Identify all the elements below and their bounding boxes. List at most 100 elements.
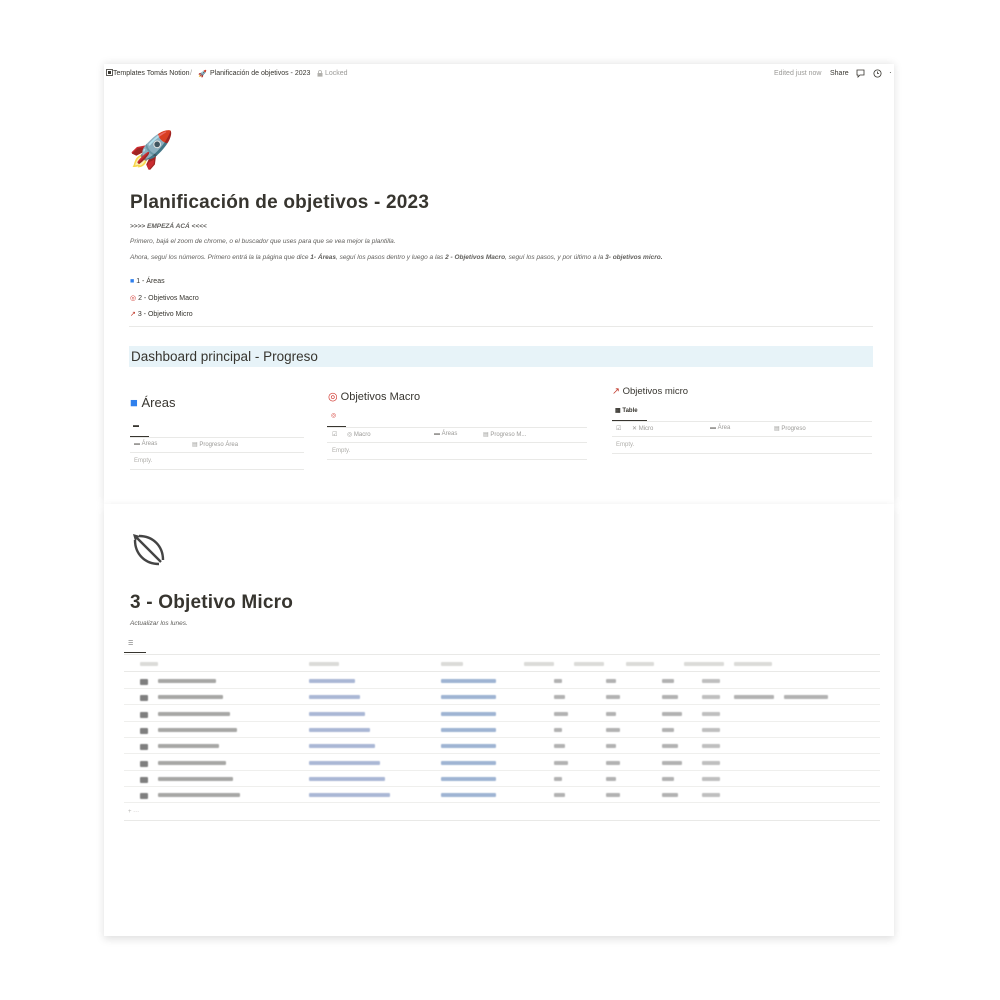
row-divider [124,704,880,706]
column-header[interactable]: ▬ Área [710,425,730,431]
row-value [606,727,620,732]
locked-label[interactable]: Locked [325,70,348,77]
page-title: Planificación de objetivos - 2023 [130,192,430,213]
share-button[interactable]: Share [830,70,849,77]
row-name[interactable] [158,695,223,700]
row-name[interactable] [158,711,230,716]
divider [124,820,880,821]
clock-icon[interactable] [873,69,882,78]
row-macro[interactable] [441,760,496,765]
row-progress [702,695,720,700]
row-value [662,679,674,683]
column-header[interactable] [140,662,158,666]
breadcrumb-page[interactable]: Planificación de objetivos - 2023 [210,70,310,77]
topbar: Templates Tomás Notion / 🚀 Planificación… [104,64,894,84]
row-progress [702,711,720,716]
row-macro[interactable] [441,711,496,716]
column-header[interactable]: ▬ Áreas [434,431,457,437]
checkbox-icon[interactable]: ☑ [332,431,337,438]
column-header[interactable] [574,662,604,666]
row-name[interactable] [158,760,226,765]
column-header[interactable] [734,662,772,666]
row-area[interactable] [309,727,370,732]
row-value [554,679,562,683]
row-area[interactable] [309,679,355,683]
row-value [554,776,562,781]
link-objetivos-macro[interactable]: ◎ 2 - Objetivos Macro [130,294,199,302]
open-row-icon[interactable] [140,727,148,734]
row-project[interactable] [784,695,828,700]
row-macro[interactable] [441,679,496,683]
row-macro[interactable] [441,727,496,732]
row-area[interactable] [309,776,385,781]
row-name[interactable] [158,793,240,798]
row-value [554,744,565,749]
row-macro[interactable] [441,793,496,798]
empty-state: Empty. [616,442,635,448]
row-area[interactable] [309,760,380,765]
column-header[interactable] [524,662,554,666]
instructions-line-1: Primero, bajá el zoom de chrome, o el bu… [130,238,396,245]
row-macro[interactable] [441,695,496,700]
row-name[interactable] [158,727,237,732]
open-row-icon[interactable] [140,776,148,783]
column-header[interactable] [441,662,463,666]
open-row-icon[interactable] [140,793,148,800]
planificacion-page: Templates Tomás Notion / 🚀 Planificación… [104,64,894,504]
link-objetivo-micro[interactable]: ↗ 3 - Objetivo Micro [130,310,193,318]
column-header[interactable] [684,662,724,666]
row-name[interactable] [158,744,219,749]
areas-heading: ■ Áreas [130,395,176,410]
row-area[interactable] [309,695,360,700]
open-row-icon[interactable] [140,744,148,751]
open-row-icon[interactable] [140,695,148,702]
column-header[interactable]: ▬ Áreas [134,441,157,447]
column-header[interactable]: ▤ Progreso Área [192,441,238,448]
folder-icon[interactable]: ▬ [133,423,139,429]
target-icon: ◎ [130,295,137,302]
column-header[interactable]: ▤ Progreso M... [483,431,526,438]
empty-state: Empty. [332,448,351,454]
view-tab-underline [124,652,146,653]
bow-and-arrow-icon: ↗ [130,311,136,318]
comment-icon[interactable] [856,69,865,78]
workspace-icon [106,69,113,76]
link-areas[interactable]: ■ 1 - Áreas [130,278,165,285]
row-value [554,793,565,798]
column-header[interactable] [309,662,339,666]
column-header[interactable] [626,662,654,666]
open-row-icon[interactable] [140,760,148,767]
row-value [662,695,678,700]
rocket-icon: 🚀 [129,129,174,170]
table-view-icon[interactable]: ☰ [128,640,133,647]
row-macro[interactable] [441,776,496,781]
row-area[interactable] [309,744,375,749]
start-line: >>>> EMPEZÁ ACÁ <<<< [130,223,207,230]
row-name[interactable] [158,679,216,683]
breadcrumb-root[interactable]: Templates Tomás Notion [113,70,190,77]
bow-and-arrow-icon [133,534,165,566]
new-row-button[interactable]: + ··· [128,809,139,815]
column-header[interactable]: ▤ Progreso [774,425,806,432]
open-row-icon[interactable] [140,711,148,718]
checkbox-icon[interactable]: ☑ [616,425,621,432]
row-divider [124,785,880,787]
row-macro[interactable] [441,744,496,749]
divider [327,442,587,443]
row-value [606,744,616,749]
column-header[interactable]: ✕ Micro [632,425,653,432]
open-row-icon[interactable] [140,679,148,685]
row-area[interactable] [309,711,365,716]
row-value [662,711,682,716]
column-header[interactable]: ◎ Macro [347,431,371,438]
row-project[interactable] [734,695,774,700]
target-icon[interactable]: ◎ [331,412,336,419]
row-area[interactable] [309,793,390,798]
table-view-tab[interactable]: ▦ Table [615,407,638,414]
divider [612,421,872,422]
divider [124,654,880,655]
row-name[interactable] [158,776,233,781]
more-icon[interactable]: · [889,68,892,77]
row-divider [124,736,880,738]
row-value [606,776,616,781]
